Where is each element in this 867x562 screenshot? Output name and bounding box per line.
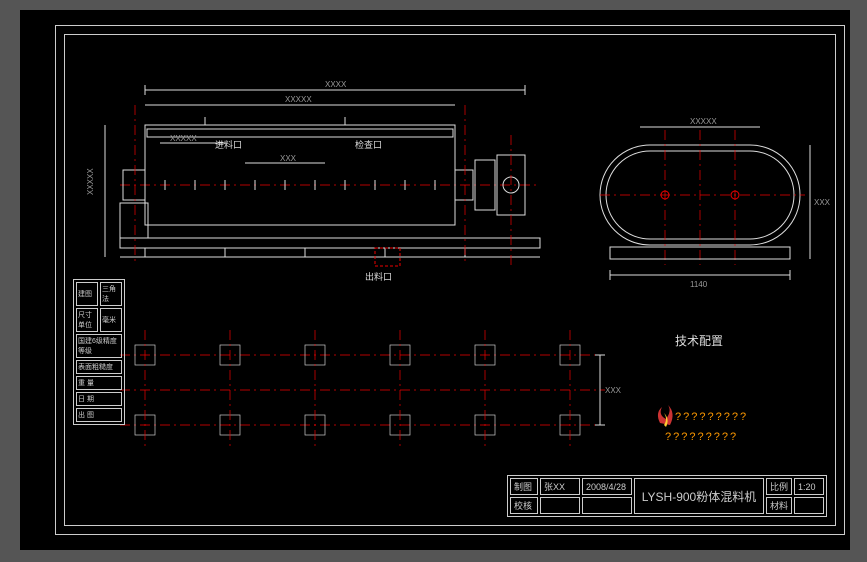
- inspection-label: 检查口: [355, 139, 382, 150]
- frame-inner: XXXX XXXXX XXXXX XXX 进料口 检查口 出料口 XXXXX 1…: [64, 34, 836, 526]
- top-dim: XXXX: [325, 80, 347, 89]
- svg-text:XXXXX: XXXXX: [690, 117, 717, 126]
- end-width-dim: 1140: [690, 280, 708, 289]
- left-annotation-block: 建图三角法 尺寸单位毫米 国建6级精度等级 表面粗糙度 重 量 日 期 出 图: [73, 279, 125, 425]
- plan-height-dim: XXX: [605, 386, 622, 395]
- tb-material: [794, 497, 824, 514]
- tb-check-label: 校核: [510, 497, 538, 514]
- side-dim: XXXXX: [86, 168, 95, 195]
- tb-scale: 1:20: [794, 478, 824, 495]
- drawing-svg: XXXX XXXXX XXXXX XXX 进料口 检查口 出料口 XXXXX 1…: [65, 35, 839, 529]
- inner-dim: XXXXX: [285, 95, 312, 104]
- tb-draw-name: 张XX: [540, 478, 580, 495]
- tb-date: 2008/4/28: [582, 478, 632, 495]
- tb-material-label: 材料: [766, 497, 792, 514]
- end-elevation-view: 1140 XXX XXXXX: [600, 117, 831, 289]
- inlet-label: 进料口: [215, 139, 242, 150]
- watermark-top: ?????????: [675, 411, 748, 423]
- tb-scale-label: 比例: [766, 478, 792, 495]
- mid-dim: XXX: [280, 154, 297, 163]
- title-block: 制图 张XX 2008/4/28 LYSH-900粉体混料机 比例 1:20 校…: [507, 475, 827, 517]
- watermark-bottom: ?????????: [665, 431, 738, 443]
- outlet-label: 出料口: [365, 271, 392, 282]
- frame-outer: XXXX XXXXX XXXXX XXX 进料口 检查口 出料口 XXXXX 1…: [55, 25, 845, 535]
- left-dim: XXXXX: [170, 134, 197, 143]
- side-elevation-view: XXXX XXXXX XXXXX XXX 进料口 检查口 出料口 XXXXX: [86, 80, 540, 282]
- foundation-plan-view: XXX: [120, 330, 622, 450]
- drawing-canvas: XXXX XXXXX XXXXX XXX 进料口 检查口 出料口 XXXXX 1…: [20, 10, 850, 550]
- end-height-dim: XXX: [814, 198, 831, 207]
- section-label: 技术配置: [675, 334, 723, 348]
- logo-icon: [658, 405, 673, 427]
- tb-draw-label: 制图: [510, 478, 538, 495]
- tb-title: LYSH-900粉体混料机: [634, 478, 764, 514]
